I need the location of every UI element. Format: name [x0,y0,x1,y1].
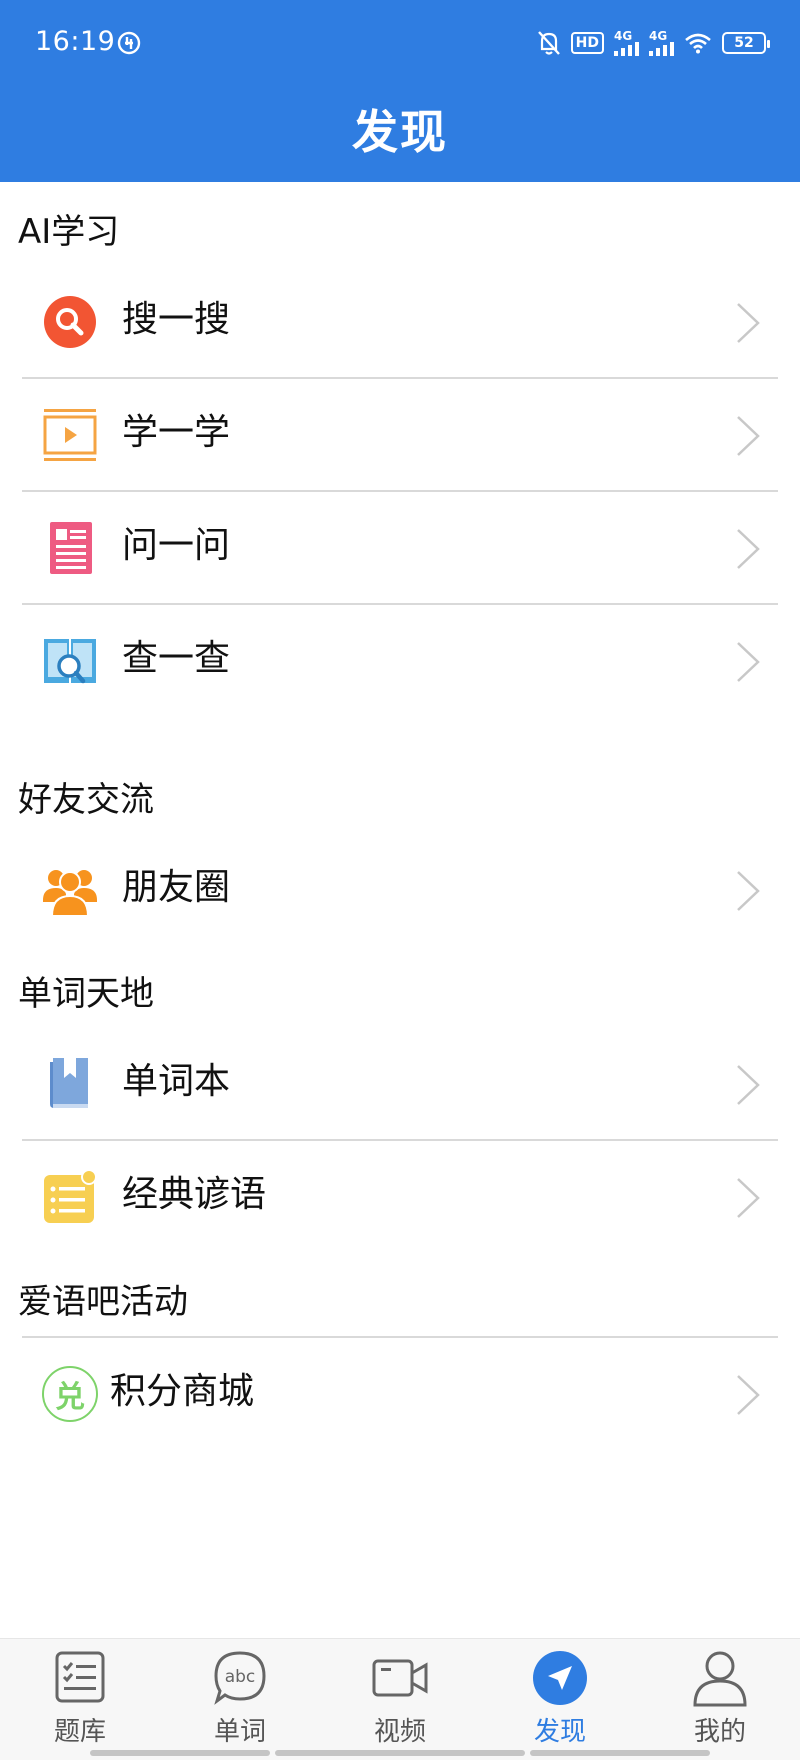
nav-item-words[interactable]: abc 单词 [175,1649,305,1760]
nav-label: 题库 [53,1717,106,1747]
nav-label: 视频 [373,1717,426,1747]
signal-label: 4G [614,29,633,43]
discover-icon [533,1651,587,1705]
nav-label: 发现 [533,1717,586,1747]
section-title-friends: 好友交流 [18,780,154,820]
list-item-label: 积分商城 [110,1371,255,1412]
question-bank-icon [55,1651,105,1703]
nav-item-video[interactable]: 视频 [335,1649,465,1760]
abc-bubble-icon: abc [214,1651,266,1705]
battery-level: 52 [734,35,754,51]
status-right: HD 4G 4G 52 [537,26,770,60]
list-item-label: 问一问 [122,525,231,566]
list-item-search[interactable]: 搜一搜 [22,266,778,378]
scroll-indicator [530,1750,710,1756]
group-icon [43,870,97,917]
chevron-right-icon [737,642,760,682]
nav-item-discover[interactable]: 发现 [495,1649,625,1760]
chevron-right-icon [737,416,760,456]
chevron-right-icon [737,1375,760,1415]
scroll-indicator [275,1750,525,1756]
list-item-label: 朋友圈 [122,867,231,908]
signal-bars-icon [614,42,639,56]
list-item-ask[interactable]: 问一问 [22,492,778,604]
status-time: 16:19 [35,26,116,57]
list-item-learn[interactable]: 学一学 [22,379,778,491]
profile-icon [693,1651,747,1707]
signal-4g-2: 4G [649,30,674,56]
list-item-label: 单词本 [122,1061,231,1102]
list-item-proverbs[interactable]: 经典谚语 [22,1141,778,1253]
list-item-label: 学一学 [122,412,231,453]
battery-icon: 52 [722,32,770,54]
chevron-right-icon [737,529,760,569]
nav-label: 单词 [213,1717,266,1747]
section-title-ai: AI学习 [18,212,120,252]
document-icon [50,522,92,574]
signal-bars-icon [649,42,674,56]
abc-text: abc [225,1667,256,1687]
signal-label: 4G [649,29,668,43]
chevron-right-icon [737,1178,760,1218]
proverb-list-icon [44,1169,97,1223]
chevron-right-icon [737,303,760,343]
list-item-moments[interactable]: 朋友圈 [22,834,778,946]
hd-badge: HD [570,32,604,54]
app-notification-icon [117,31,141,55]
section-title-words: 单词天地 [18,974,154,1014]
nav-item-question-bank[interactable]: 题库 [15,1649,145,1760]
video-play-icon [43,409,97,461]
page-title: 发现 [352,105,448,159]
book-search-icon [44,639,96,684]
exchange-icon-text: 兑 [55,1380,85,1415]
section-title-activity: 爱语吧活动 [18,1282,188,1322]
top-bar: 16:19 HD 4G 4G 52 发现 [0,0,800,182]
list-item-lookup[interactable]: 查一查 [22,605,778,717]
status-bar: 16:19 HD 4G 4G 52 [0,0,800,86]
scroll-indicator [90,1750,270,1756]
list-item-wordbook[interactable]: 单词本 [22,1028,778,1140]
nav-item-profile[interactable]: 我的 [655,1649,785,1760]
bottom-nav: 题库 abc 单词 视频 发现 我的 [0,1638,800,1760]
chevron-right-icon [737,1065,760,1105]
list-item-label: 经典谚语 [122,1174,267,1215]
signal-4g-1: 4G [614,30,639,56]
wifi-icon [685,33,711,54]
video-camera-icon [372,1659,428,1697]
chevron-right-icon [737,871,760,911]
bell-off-icon [537,31,560,55]
exchange-icon: 兑 [42,1366,98,1422]
wordbook-icon [50,1058,88,1108]
search-icon [44,296,96,348]
list-item-label: 查一查 [122,638,231,679]
list-item-label: 搜一搜 [122,299,231,340]
nav-label: 我的 [693,1717,746,1747]
list-item-points-mall[interactable]: 兑 积分商城 [22,1338,778,1450]
